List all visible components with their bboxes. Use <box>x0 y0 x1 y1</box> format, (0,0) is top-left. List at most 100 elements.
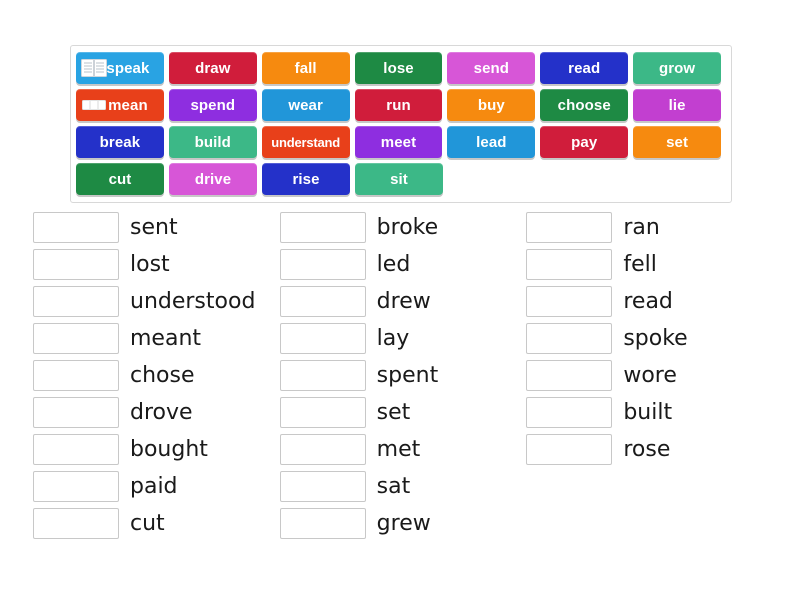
answer-word: met <box>376 436 421 462</box>
word-tile-lose[interactable]: lose <box>354 52 443 84</box>
drop-box-met[interactable] <box>279 434 366 465</box>
answer-row: built <box>526 397 773 428</box>
drop-box-led[interactable] <box>279 249 366 280</box>
word-tile-sit[interactable]: sit <box>355 163 443 195</box>
word-tile-spend[interactable]: spend <box>168 89 257 121</box>
word-tile-draw[interactable]: draw <box>168 52 257 84</box>
word-tile-choose[interactable]: choose <box>540 89 629 121</box>
word-tile-label: set <box>666 133 689 151</box>
drop-box-understood[interactable] <box>33 286 119 317</box>
answer-column: broke led drew lay spent set met sat grew <box>279 212 527 545</box>
answer-row: rose <box>526 434 773 465</box>
word-tile-label: wear <box>288 96 323 114</box>
word-tile-lead[interactable]: lead <box>447 126 536 158</box>
answer-row: chose <box>33 360 280 391</box>
word-tile-label: draw <box>195 59 231 77</box>
word-tile-label: meet <box>380 133 417 151</box>
drop-box-grew[interactable] <box>279 508 366 539</box>
word-tile-build[interactable]: build <box>168 126 257 158</box>
answer-word: lost <box>130 251 170 277</box>
word-tile-cut[interactable]: cut <box>76 163 164 195</box>
drop-box-meant[interactable] <box>33 323 119 354</box>
drop-box-spoke[interactable] <box>526 323 613 354</box>
answer-word: fell <box>623 251 657 277</box>
answer-row: drew <box>279 286 527 317</box>
word-tile-bank: speak draw fall lose send read grow mean spend we… <box>70 45 732 203</box>
answer-word: bought <box>130 436 208 462</box>
word-tile-mean[interactable]: mean <box>76 89 164 121</box>
word-tile-read[interactable]: read <box>540 52 629 84</box>
drop-box-paid[interactable] <box>33 471 119 502</box>
word-tile-rise[interactable]: rise <box>262 163 350 195</box>
word-tile-label: choose <box>557 96 611 114</box>
word-tile-send[interactable]: send <box>447 52 536 84</box>
word-tile-run[interactable]: run <box>354 89 443 121</box>
drop-box-drove[interactable] <box>33 397 119 428</box>
word-tile-fall[interactable]: fall <box>261 52 350 84</box>
drop-box-chose[interactable] <box>33 360 119 391</box>
answer-word: spent <box>376 362 439 388</box>
drop-box-drew[interactable] <box>279 286 366 317</box>
word-tile-label: build <box>194 133 231 151</box>
answer-row: understood <box>33 286 280 317</box>
word-tile-label: drive <box>194 170 232 188</box>
word-tile-label: understand <box>271 134 341 150</box>
word-tile-buy[interactable]: buy <box>447 89 536 121</box>
word-tile-label: rise <box>292 170 320 188</box>
word-tile-wear[interactable]: wear <box>261 89 350 121</box>
drop-box-cut[interactable] <box>33 508 119 539</box>
answer-row: met <box>279 434 527 465</box>
drop-box-built[interactable] <box>526 397 613 428</box>
word-tile-grow[interactable]: grow <box>633 52 722 84</box>
answer-row: spent <box>279 360 527 391</box>
drop-box-spent[interactable] <box>279 360 366 391</box>
drop-box-bought[interactable] <box>33 434 119 465</box>
answer-row: lay <box>279 323 527 354</box>
drop-box-lost[interactable] <box>33 249 119 280</box>
answer-row: set <box>279 397 527 428</box>
answer-word: lay <box>376 325 410 351</box>
answer-word: chose <box>130 362 195 388</box>
drop-box-broke[interactable] <box>279 212 366 243</box>
word-tile-lie[interactable]: lie <box>633 89 722 121</box>
drop-box-fell[interactable] <box>526 249 613 280</box>
answer-word: set <box>376 399 411 425</box>
drop-box-ran[interactable] <box>526 212 613 243</box>
answer-word: sat <box>376 473 411 499</box>
drop-box-rose[interactable] <box>526 434 613 465</box>
word-tile-pay[interactable]: pay <box>540 126 629 158</box>
answer-row: read <box>526 286 773 317</box>
answer-row: broke <box>279 212 527 243</box>
answer-row: sent <box>33 212 280 243</box>
word-tile-label: lie <box>668 96 686 114</box>
word-tile-speak[interactable]: speak <box>76 52 164 84</box>
answer-row: led <box>279 249 527 280</box>
answer-word: paid <box>130 473 178 499</box>
word-tile-label: cut <box>108 170 132 188</box>
answer-row: paid <box>33 471 280 502</box>
drop-box-wore[interactable] <box>526 360 613 391</box>
drop-box-sat[interactable] <box>279 471 366 502</box>
word-tile-set[interactable]: set <box>633 126 722 158</box>
answer-row: cut <box>33 508 280 539</box>
drop-box-read[interactable] <box>526 286 613 317</box>
word-tile-understand[interactable]: understand <box>261 126 350 158</box>
book-pages-icon <box>81 59 107 77</box>
answer-word: understood <box>130 288 256 314</box>
word-tile-break[interactable]: break <box>76 126 164 158</box>
drop-box-lay[interactable] <box>279 323 366 354</box>
word-tile-label: buy <box>477 96 505 114</box>
answer-column: ran fell read spoke wore built rose <box>526 212 773 545</box>
tile-row: break build understand meet lead pay set <box>76 126 726 158</box>
drop-box-sent[interactable] <box>33 212 119 243</box>
answer-row: spoke <box>526 323 773 354</box>
word-tile-meet[interactable]: meet <box>354 126 443 158</box>
answer-row: bought <box>33 434 280 465</box>
answer-columns: sent lost understood meant chose drove bought p… <box>33 212 773 545</box>
word-tile-drive[interactable]: drive <box>169 163 257 195</box>
answer-row: ran <box>526 212 773 243</box>
answer-word: drew <box>376 288 431 314</box>
drop-box-set[interactable] <box>279 397 366 428</box>
answer-word: ran <box>623 214 660 240</box>
word-tile-label: read <box>568 59 601 77</box>
